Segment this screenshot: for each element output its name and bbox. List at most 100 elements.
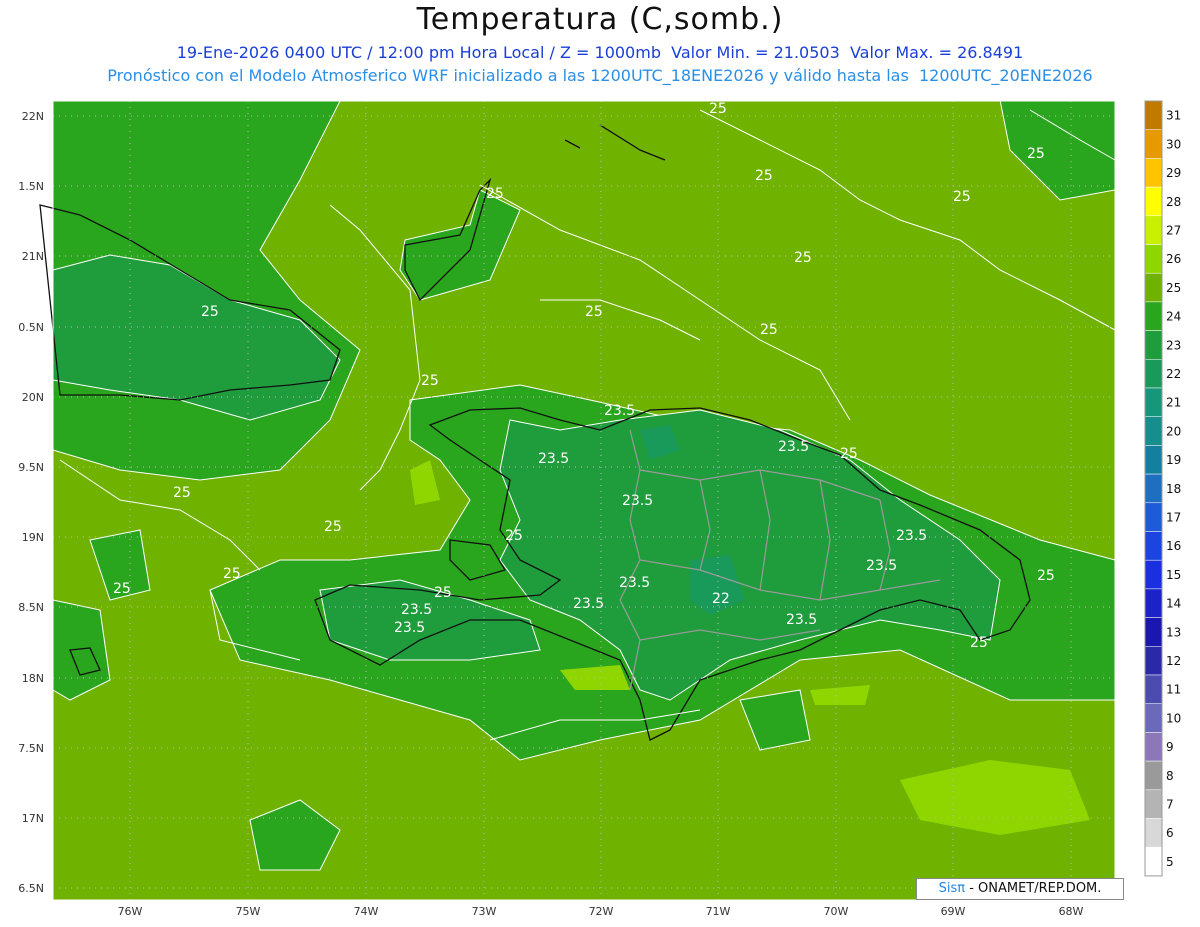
colorbar-swatch: [1144, 818, 1163, 848]
lat-label: 6.5N: [18, 882, 44, 895]
colorbar-swatch: [1144, 646, 1163, 676]
contour-label: 25: [1037, 568, 1055, 584]
credit-text: - ONAMET/REP.DOM.: [969, 881, 1102, 896]
lat-label: 17N: [22, 812, 44, 825]
colorbar-label: 25: [1166, 281, 1181, 295]
lat-label: 20N: [22, 391, 44, 404]
contour-label: 23.5: [573, 596, 604, 612]
lon-label: 71W: [706, 905, 731, 918]
contour-label: 22: [712, 591, 730, 607]
lat-label: 8.5N: [18, 601, 44, 614]
colorbar-swatch: [1144, 158, 1163, 188]
contour-label: 25: [173, 485, 191, 501]
contour-label: 25: [709, 101, 727, 117]
contour-label: 25: [324, 519, 342, 535]
colorbar-label: 12: [1166, 654, 1181, 668]
colorbar-label: 5: [1166, 855, 1174, 869]
contour-label: 23.5: [896, 528, 927, 544]
colorbar-swatch: [1144, 473, 1163, 504]
colorbar-swatch: [1144, 760, 1163, 791]
credit-box: Sisπ - ONAMET/REP.DOM.: [916, 878, 1124, 900]
colorbar-swatch: [1144, 502, 1163, 532]
colorbar-label: 17: [1166, 511, 1181, 525]
colorbar-swatch: [1144, 703, 1163, 733]
colorbar-label: 23: [1166, 338, 1181, 352]
lat-label: 0.5N: [18, 321, 44, 334]
colorbar-label: 21: [1166, 396, 1181, 410]
colorbar: 31 30 29 28 27 26 25 24 23 22 21 20 19 18 17 16 15 14 13 12…: [1144, 100, 1181, 877]
colorbar-label: 8: [1166, 769, 1174, 783]
colorbar-label: 16: [1166, 539, 1181, 553]
lat-label: 22N: [22, 110, 44, 123]
colorbar-swatch: [1144, 244, 1163, 274]
colorbar-label: 20: [1166, 424, 1181, 438]
contour-label: 25: [486, 186, 504, 202]
colorbar-label: 18: [1166, 482, 1181, 496]
colorbar-label: 10: [1166, 711, 1181, 725]
colorbar-label: 9: [1166, 740, 1174, 754]
colorbar-swatch: [1144, 215, 1163, 245]
colorbar-label: 15: [1166, 568, 1181, 582]
contour-label: 25: [505, 528, 523, 544]
colorbar-swatch: [1144, 387, 1163, 417]
contour-label: 23.5: [866, 558, 897, 574]
colorbar-label: 13: [1166, 625, 1181, 639]
colorbar-swatch: [1144, 186, 1163, 217]
lon-label: 73W: [472, 905, 497, 918]
contour-label: 23.5: [622, 493, 653, 509]
lat-label: 7.5N: [18, 742, 44, 755]
colorbar-swatch: [1144, 531, 1163, 561]
contour-label: 23.5: [401, 602, 432, 618]
colorbar-swatch: [1144, 732, 1163, 762]
contour-label: 25: [794, 250, 812, 266]
colorbar-swatch: [1144, 789, 1163, 819]
contour-label: 25: [760, 322, 778, 338]
lat-label: 18N: [22, 672, 44, 685]
lon-label: 68W: [1059, 905, 1084, 918]
colorbar-label: 11: [1166, 683, 1181, 697]
contour-label: 25: [755, 168, 773, 184]
contour-label: 23.5: [538, 451, 569, 467]
colorbar-swatch: [1144, 846, 1163, 877]
colorbar-label: 27: [1166, 224, 1181, 238]
colorbar-swatch: [1144, 100, 1163, 130]
contour-label: 23.5: [619, 575, 650, 591]
colorbar-swatch: [1144, 674, 1163, 704]
lat-label: 1.5N: [18, 180, 44, 193]
contour-label: 25: [223, 566, 241, 582]
contour-label: 23.5: [394, 620, 425, 636]
credit-brand: Sis: [938, 881, 958, 896]
colorbar-label: 14: [1166, 597, 1181, 611]
longitude-labels: 76W 75W 74W 73W 72W 71W 70W 69W 68W: [118, 905, 1084, 918]
colorbar-swatch: [1144, 588, 1163, 618]
colorbar-swatch: [1144, 416, 1163, 446]
colorbar-label: 19: [1166, 453, 1181, 467]
colorbar-swatch: [1144, 301, 1163, 331]
lat-label: 9.5N: [18, 461, 44, 474]
contour-label: 25: [434, 585, 452, 601]
lon-label: 70W: [824, 905, 849, 918]
contour-label: 25: [953, 189, 971, 205]
contour-label: 23.5: [786, 612, 817, 628]
colorbar-label: 7: [1166, 798, 1174, 812]
colorbar-swatch: [1144, 559, 1163, 590]
colorbar-label: 31: [1166, 109, 1181, 123]
colorbar-label: 28: [1166, 195, 1181, 209]
contour-label: 25: [201, 304, 219, 320]
lat-label: 19N: [22, 531, 44, 544]
colorbar-swatch: [1144, 445, 1163, 475]
contour-label: 23.5: [604, 403, 635, 419]
colorbar-swatch: [1144, 272, 1163, 303]
contour-label: 25: [421, 373, 439, 389]
colorbar-label: 6: [1166, 826, 1174, 840]
lon-label: 72W: [589, 905, 614, 918]
colorbar-label: 29: [1166, 166, 1181, 180]
colorbar-label: 24: [1166, 310, 1181, 324]
lon-label: 75W: [236, 905, 261, 918]
colorbar-swatch: [1144, 129, 1163, 159]
colorbar-swatch: [1144, 617, 1163, 647]
colorbar-swatch: [1144, 330, 1163, 360]
colorbar-label: 22: [1166, 367, 1181, 381]
colorbar-label: 30: [1166, 137, 1181, 151]
lon-label: 76W: [118, 905, 143, 918]
